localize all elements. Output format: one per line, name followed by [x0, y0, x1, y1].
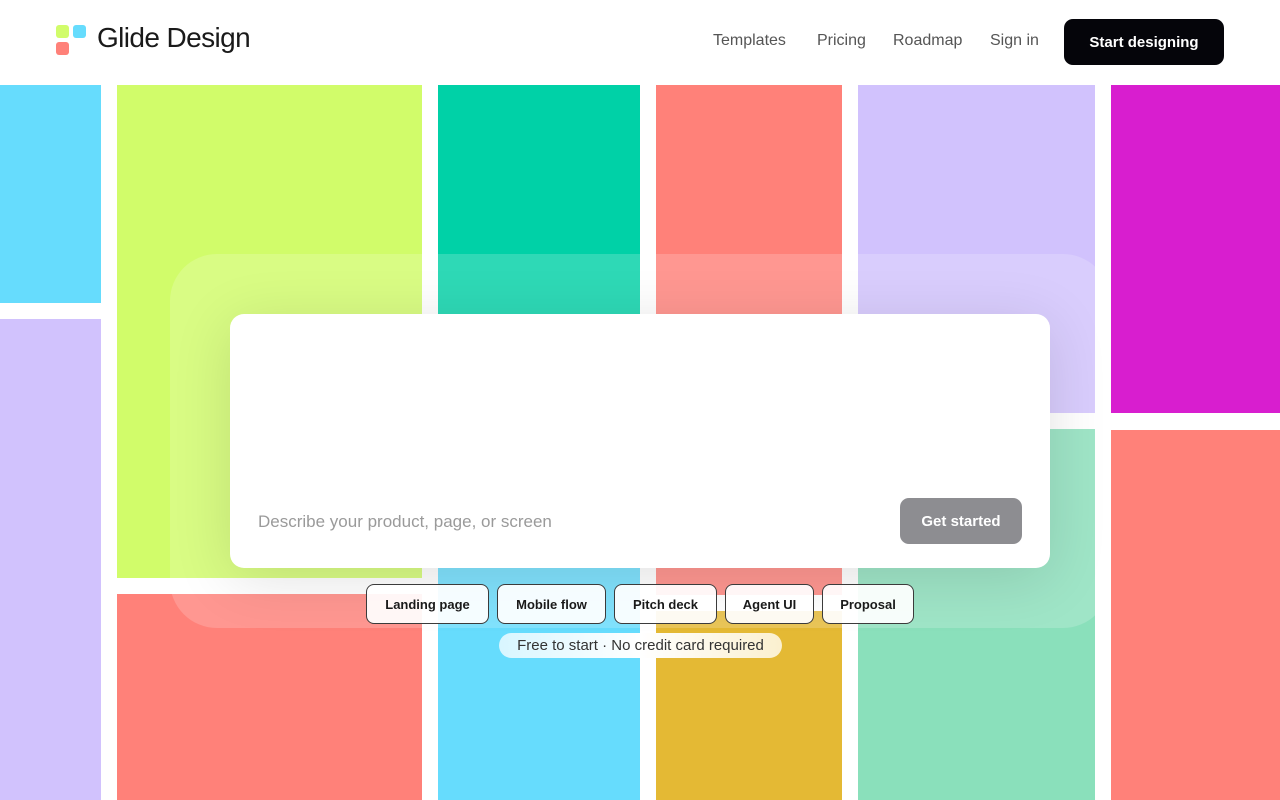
- prompt-input[interactable]: [258, 507, 858, 537]
- mosaic-tile: [438, 85, 640, 335]
- free-to-start-note: Free to start · No credit card required: [499, 633, 782, 658]
- mosaic-tile: [1111, 85, 1280, 413]
- chip-agent-ui[interactable]: Agent UI: [725, 584, 814, 624]
- top-navigation: Glide Design Templates Pricing Roadmap S…: [0, 0, 1280, 85]
- nav-pricing-link[interactable]: Pricing: [817, 32, 866, 50]
- logo-squares-icon[interactable]: [56, 24, 88, 56]
- chip-proposal[interactable]: Proposal: [822, 584, 914, 624]
- mosaic-tile: [0, 319, 101, 800]
- chip-pitch-deck[interactable]: Pitch deck: [614, 584, 717, 624]
- nav-roadmap-link[interactable]: Roadmap: [893, 32, 962, 50]
- mosaic-tile: [0, 85, 101, 303]
- mosaic-tile: [117, 594, 422, 800]
- chip-mobile-flow[interactable]: Mobile flow: [497, 584, 606, 624]
- get-started-button[interactable]: Get started: [900, 498, 1022, 544]
- prompt-card: Get started: [230, 314, 1050, 568]
- nav-templates-link[interactable]: Templates: [713, 32, 786, 50]
- start-designing-button[interactable]: Start designing: [1064, 19, 1224, 65]
- nav-sign-in-link[interactable]: Sign in: [990, 32, 1039, 50]
- suggestion-chips: Landing page Mobile flow Pitch deck Agen…: [0, 584, 1280, 624]
- brand-name[interactable]: Glide Design: [97, 22, 251, 54]
- chip-landing-page[interactable]: Landing page: [366, 584, 489, 624]
